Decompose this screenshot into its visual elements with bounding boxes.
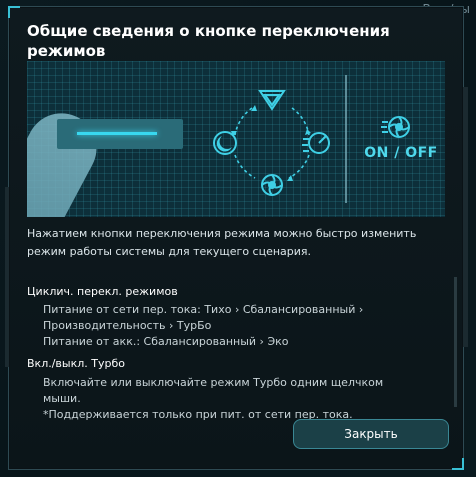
section-line: Производительность › ТурБо — [43, 319, 212, 332]
illustration-divider — [345, 75, 347, 203]
dialog-edge-decoration — [463, 87, 468, 347]
turbo-fan-icon — [381, 116, 410, 138]
arrow-head — [287, 175, 293, 181]
section-title-turbo: Вкл./выкл. Турбо — [27, 357, 125, 370]
scrollbar[interactable] — [454, 277, 457, 407]
close-button[interactable]: Закрыть — [293, 419, 449, 449]
illustration-panel: ON / OFF — [27, 61, 445, 217]
dialog-title: Общие сведения о кнопке переключения реж… — [27, 22, 390, 60]
dialog-edge-decoration — [5, 187, 9, 367]
cycle-arrow — [234, 107, 253, 136]
mode-switch-info-dialog: Общие сведения о кнопке переключения реж… — [5, 6, 468, 470]
section-body-cycle: Питание от сети пер. тока: Тихо › Сбалан… — [43, 302, 443, 350]
section-line: Включайте или выключайте режим Турбо одн… — [43, 376, 384, 389]
performance-gauge-icon — [302, 132, 330, 154]
silent-moon-icon — [213, 131, 237, 155]
cycle-arrow — [234, 154, 256, 179]
arrow-head — [305, 129, 311, 135]
section-line: Питание от акк.: Сбалансированный › Эко — [43, 335, 289, 348]
description-text: Нажатием кнопки переключения режима можн… — [27, 227, 417, 258]
section-line: мыши. — [43, 392, 81, 405]
corner-accent — [8, 6, 20, 18]
on-off-label: ON / OFF — [364, 145, 438, 161]
mode-cycle-diagram — [213, 90, 330, 196]
cycle-arrow — [288, 154, 310, 179]
turbo-icon — [258, 90, 286, 111]
section-line: Питание от сети пер. тока: Тихо › Сбалан… — [43, 303, 364, 316]
eco-fan-icon — [261, 174, 283, 196]
section-title-cycle: Циклич. перекл. режимов — [27, 285, 178, 298]
corner-accent — [452, 458, 464, 470]
section-body-turbo: Включайте или выключайте режим Турбо одн… — [43, 375, 443, 423]
key-led-bar — [77, 132, 157, 135]
